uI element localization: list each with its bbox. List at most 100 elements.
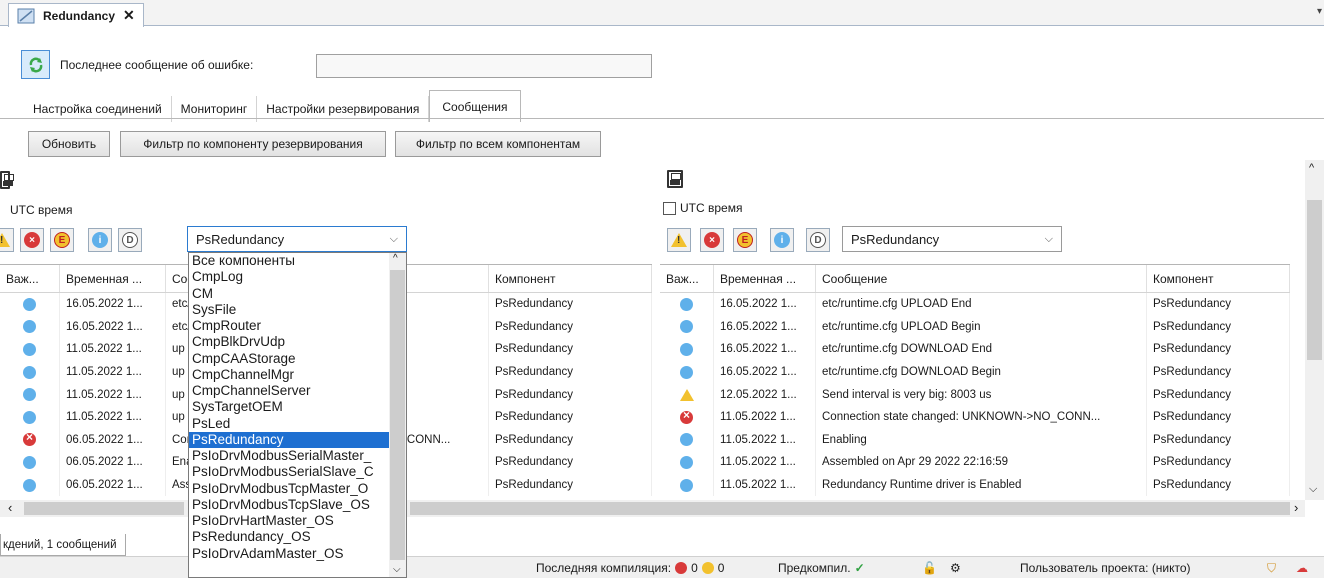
utc-time-checkbox[interactable] bbox=[663, 202, 676, 215]
col-severity[interactable]: Важ... bbox=[660, 265, 714, 292]
message-cell: etc/runtime.cfg DOWNLOAD Begin bbox=[816, 360, 1147, 384]
last-error-field[interactable] bbox=[316, 54, 652, 78]
error-icon bbox=[675, 562, 688, 574]
chevron-down-icon[interactable]: ⌵ bbox=[393, 564, 401, 575]
chevron-right-icon[interactable]: › bbox=[1294, 500, 1298, 515]
dropdown-scroll-thumb[interactable] bbox=[390, 270, 405, 560]
table-row[interactable]: 16.05.2022 1... etc/runtime.cfg DOWNLOAD … bbox=[660, 338, 1290, 361]
error-filter-button[interactable]: × bbox=[700, 228, 724, 252]
dropdown-option[interactable]: PsIoDrvHartMaster_OS bbox=[189, 513, 406, 529]
table-row[interactable]: 11.05.2022 1... Redundancy Runtime driver… bbox=[660, 473, 1290, 497]
table-row[interactable]: 11.05.2022 1... Assembled on Apr 29 2022 … bbox=[660, 451, 1290, 474]
chevron-left-icon[interactable]: ‹ bbox=[8, 500, 12, 515]
info-filter-button[interactable]: i bbox=[88, 228, 112, 252]
time-cell: 16.05.2022 1... bbox=[60, 315, 166, 339]
cloud-icon[interactable]: ☁ bbox=[1296, 561, 1308, 575]
filter-all-button[interactable]: Фильтр по всем компонентам bbox=[395, 131, 601, 157]
checkmark-icon: ✓ bbox=[854, 561, 865, 575]
shield-icon[interactable]: ⛉ bbox=[1267, 561, 1276, 576]
dropdown-option[interactable]: SysTargetOEM bbox=[189, 399, 406, 415]
time-cell: 16.05.2022 1... bbox=[714, 338, 816, 361]
scroll-thumb[interactable] bbox=[1307, 200, 1322, 360]
message-cell: etc/runtime.cfg DOWNLOAD End bbox=[816, 338, 1147, 361]
dropdown-option[interactable]: PsIoDrvModbusTcpMaster_O bbox=[189, 481, 406, 497]
scroll-thumb-right[interactable] bbox=[410, 502, 1290, 515]
warning-filter-button[interactable]: ! bbox=[667, 228, 691, 252]
chevron-down-icon[interactable]: ⌵ bbox=[1309, 483, 1317, 496]
dropdown-option[interactable]: CmpLog bbox=[189, 269, 406, 285]
dropdown-option[interactable]: PsIoDrvModbusTcpSlave_OS bbox=[189, 497, 406, 513]
component-dropdown-list[interactable]: Все компоненты CmpLog CM SysFile CmpRouter Cm… bbox=[188, 252, 407, 578]
component-cell: PsRedundancy bbox=[489, 360, 652, 384]
severity-cell bbox=[660, 293, 714, 316]
lock-icon[interactable]: 🔓 bbox=[922, 561, 937, 575]
dropdown-option[interactable]: CM bbox=[189, 286, 406, 302]
col-time[interactable]: Временная ... bbox=[60, 265, 166, 292]
component-filter-combo[interactable]: PsRedundancy ⌵ bbox=[842, 226, 1062, 252]
info-icon bbox=[680, 320, 693, 334]
col-time[interactable]: Временная ... bbox=[714, 265, 816, 292]
dropdown-option[interactable]: SysFile bbox=[189, 302, 406, 318]
refresh-button[interactable]: Обновить bbox=[28, 131, 110, 157]
refresh-connection-button[interactable] bbox=[21, 50, 50, 79]
device-icon bbox=[17, 8, 35, 23]
severity-cell bbox=[660, 383, 714, 406]
dropdown-option[interactable]: PsLed bbox=[189, 416, 406, 432]
device-settings-icon[interactable]: ⚙ bbox=[950, 561, 961, 575]
save-icon[interactable] bbox=[0, 171, 14, 189]
message-cell: Send interval is very big: 8003 us bbox=[816, 383, 1147, 406]
warning-icon bbox=[679, 388, 694, 401]
exception-icon: E bbox=[54, 232, 70, 248]
dropdown-option[interactable]: CmpChannelMgr bbox=[189, 367, 406, 383]
info-icon bbox=[23, 365, 36, 379]
dropdown-option[interactable]: Все компоненты bbox=[189, 253, 406, 269]
col-component[interactable]: Компонент bbox=[489, 265, 652, 292]
exception-filter-button[interactable]: E bbox=[50, 228, 74, 252]
combo-value: PsRedundancy bbox=[196, 231, 285, 247]
error-count: 0 bbox=[691, 561, 698, 575]
dropdown-option[interactable]: CmpBlkDrvUdp bbox=[189, 334, 406, 350]
col-component[interactable]: Компонент bbox=[1147, 265, 1290, 292]
col-severity[interactable]: Важ... bbox=[0, 265, 60, 292]
table-row[interactable]: 11.05.2022 1...Connection state changed:… bbox=[660, 405, 1290, 429]
dropdown-option[interactable]: PsIoDrvModbusSerialSlave_C bbox=[189, 464, 406, 480]
dropdown-option[interactable]: PsRedundancy_OS bbox=[189, 529, 406, 545]
component-cell: PsRedundancy bbox=[1147, 338, 1290, 361]
scroll-thumb[interactable] bbox=[24, 502, 184, 515]
dropdown-scrollbar[interactable]: ^ ⌵ bbox=[389, 253, 406, 577]
dropdown-option[interactable]: PsRedundancy bbox=[189, 431, 406, 448]
dropdown-option[interactable]: CmpChannelServer bbox=[189, 383, 406, 399]
vertical-scrollbar[interactable]: ^ ⌵ bbox=[1305, 160, 1324, 500]
table-row[interactable]: 16.05.2022 1...etc/runtime.cfg UPLOAD En… bbox=[660, 293, 1290, 316]
debug-filter-button[interactable]: D bbox=[118, 228, 142, 252]
warning-filter-button[interactable]: ! bbox=[0, 228, 14, 252]
debug-filter-button[interactable]: D bbox=[806, 228, 830, 252]
table-row[interactable]: 11.05.2022 1... Enabling PsRedundancy bbox=[660, 428, 1290, 452]
table-row[interactable]: 16.05.2022 1...etc/runtime.cfg UPLOAD Be… bbox=[660, 315, 1290, 339]
time-cell: 16.05.2022 1... bbox=[714, 315, 816, 339]
col-message[interactable]: Сообщение bbox=[816, 265, 1147, 292]
chevron-up-icon[interactable]: ^ bbox=[1309, 162, 1314, 174]
dropdown-option[interactable]: CmpRouter bbox=[189, 318, 406, 334]
chevron-down-icon[interactable]: ▾ bbox=[1317, 6, 1322, 17]
time-cell: 11.05.2022 1... bbox=[714, 428, 816, 452]
filter-redundancy-button[interactable]: Фильтр по компоненту резервирования bbox=[120, 131, 386, 157]
precompile[interactable]: Предкомпил. ✓ bbox=[778, 561, 865, 575]
close-icon[interactable]: ✕ bbox=[123, 7, 135, 24]
table-row[interactable]: 12.05.2022 1... Send interval is very big… bbox=[660, 383, 1290, 406]
component-filter-combo[interactable]: PsRedundancy ⌵ bbox=[187, 226, 407, 252]
time-cell: 11.05.2022 1... bbox=[60, 383, 166, 406]
dropdown-option[interactable]: PsIoDrvAdamMaster_OS bbox=[189, 546, 406, 562]
messages-summary-tab[interactable]: кдений, 1 сообщений bbox=[0, 534, 126, 556]
chevron-up-icon[interactable]: ^ bbox=[393, 253, 398, 264]
save-icon[interactable] bbox=[667, 170, 683, 188]
redundancy-doc-tab[interactable]: Redundancy ✕ bbox=[8, 3, 144, 27]
info-filter-button[interactable]: i bbox=[770, 228, 794, 252]
exception-filter-button[interactable]: E bbox=[733, 228, 757, 252]
dropdown-option[interactable]: CmpCAAStorage bbox=[189, 351, 406, 367]
dropdown-option[interactable]: PsIoDrvModbusSerialMaster_ bbox=[189, 448, 406, 464]
combo-value: PsRedundancy bbox=[851, 231, 940, 247]
time-cell: 06.05.2022 1... bbox=[60, 473, 166, 497]
table-row[interactable]: 16.05.2022 1... etc/runtime.cfg DOWNLOAD … bbox=[660, 360, 1290, 384]
error-filter-button[interactable]: × bbox=[20, 228, 44, 252]
